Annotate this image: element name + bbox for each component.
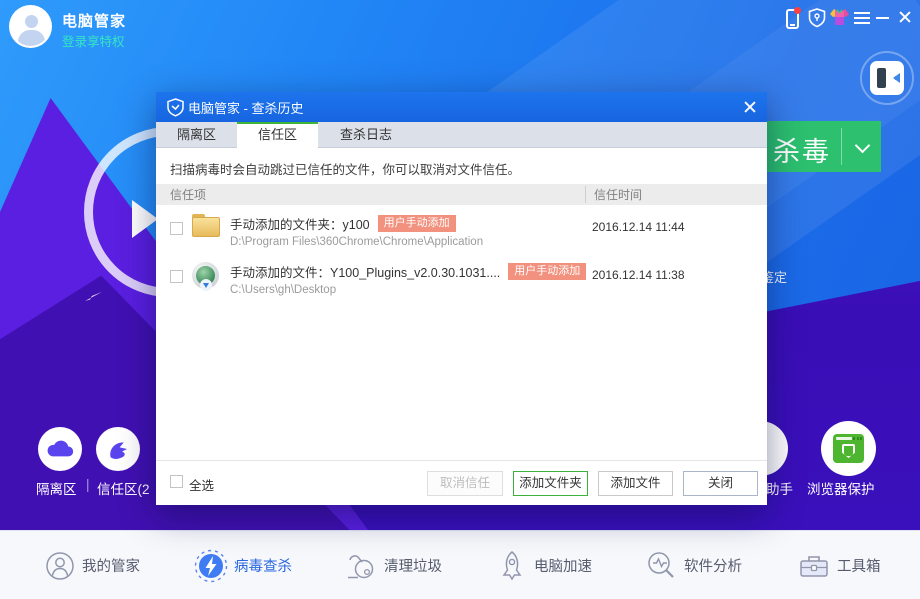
rocket-icon bbox=[496, 549, 528, 583]
button-divider bbox=[841, 128, 842, 165]
label-divider: | bbox=[86, 477, 90, 492]
select-all-label: 全选 bbox=[189, 475, 214, 494]
table-row[interactable]: 手动添加的文件夹：y100 用户手动添加 D:\Program Files\36… bbox=[156, 212, 767, 262]
scan-button-label: 杀毒 bbox=[773, 130, 831, 169]
app-window: 电脑管家 登录享特权 杀毒 鉴定 bbox=[0, 0, 920, 599]
dialog-titlebar[interactable]: 电脑管家 - 查杀历史 bbox=[156, 92, 767, 122]
nav-software-analysis[interactable]: 软件分析 bbox=[644, 531, 742, 599]
shield-icon[interactable] bbox=[808, 8, 826, 33]
add-file-button[interactable]: 添加文件 bbox=[598, 471, 673, 496]
magnifier-pulse-icon bbox=[644, 549, 678, 583]
menu-icon[interactable] bbox=[854, 12, 870, 24]
nav-label: 病毒查杀 bbox=[234, 555, 292, 576]
vacuum-icon bbox=[344, 550, 378, 582]
login-link[interactable]: 登录享特权 bbox=[62, 31, 125, 50]
cancel-trust-button[interactable]: 取消信任 bbox=[427, 471, 503, 496]
chevron-down-icon[interactable] bbox=[855, 138, 871, 154]
nav-my-manager[interactable]: 我的管家 bbox=[44, 531, 140, 599]
minimize-icon[interactable] bbox=[876, 17, 889, 19]
dialog-footer: 全选 取消信任 添加文件夹 添加文件 关闭 bbox=[156, 460, 767, 505]
nav-speed-up[interactable]: 电脑加速 bbox=[496, 531, 592, 599]
row-time: 2016.12.14 11:44 bbox=[592, 220, 685, 234]
dialog-shield-icon bbox=[166, 98, 185, 117]
assistant-partial-label: 助手 bbox=[766, 478, 793, 498]
table-header: 信任项 信任时间 bbox=[156, 184, 767, 205]
dialog-title: 电脑管家 - 查杀历史 bbox=[188, 98, 304, 117]
browser-protect-label: 浏览器保护 bbox=[807, 478, 875, 498]
nav-label: 电脑加速 bbox=[534, 555, 592, 576]
bottom-navbar: 我的管家 病毒查杀 清理垃圾 电脑加速 bbox=[0, 530, 920, 599]
door-shape bbox=[877, 68, 886, 88]
row-badge: 用户手动添加 bbox=[378, 215, 456, 233]
tab-scan-log[interactable]: 查杀日志 bbox=[318, 122, 414, 148]
folder-icon bbox=[192, 214, 220, 238]
close-icon[interactable] bbox=[898, 10, 912, 24]
tab-quarantine[interactable]: 隔离区 bbox=[156, 122, 237, 148]
tab-trust[interactable]: 信任区 bbox=[237, 122, 318, 148]
avatar[interactable] bbox=[9, 5, 52, 48]
column-trust-time: 信任时间 bbox=[585, 186, 642, 203]
nav-virus-scan[interactable]: 病毒查杀 bbox=[194, 531, 292, 599]
quarantine-zone-button[interactable] bbox=[38, 427, 82, 471]
trust-zone-button[interactable] bbox=[96, 427, 140, 471]
notification-dot bbox=[794, 7, 801, 14]
lightning-icon bbox=[194, 549, 228, 583]
dialog-close-icon[interactable] bbox=[743, 100, 757, 114]
table-row[interactable]: 手动添加的文件：Y100_Plugins_v2.0.30.1031.... 用户… bbox=[156, 260, 767, 310]
select-all-checkbox[interactable] bbox=[170, 475, 183, 488]
row-checkbox[interactable] bbox=[170, 270, 183, 283]
app-title: 电脑管家 bbox=[62, 10, 126, 31]
nav-label: 工具箱 bbox=[837, 555, 881, 576]
avatar-head bbox=[25, 15, 38, 28]
toolbox-icon bbox=[797, 550, 831, 582]
add-folder-button[interactable]: 添加文件夹 bbox=[513, 471, 588, 496]
row-path: D:\Program Files\360Chrome\Chrome\Applic… bbox=[230, 236, 483, 248]
browser-protect-button[interactable] bbox=[821, 421, 876, 476]
nav-label: 清理垃圾 bbox=[384, 555, 442, 576]
scan-history-dialog: 电脑管家 - 查杀历史 隔离区 信任区 查杀日志 扫描病毒时会自动跳过已信任的文… bbox=[156, 92, 767, 505]
arrow-stem-shape bbox=[895, 76, 900, 80]
trust-description: 扫描病毒时会自动跳过已信任的文件，你可以取消对文件信任。 bbox=[170, 159, 520, 178]
nav-clean-junk[interactable]: 清理垃圾 bbox=[344, 531, 442, 599]
row-title: 手动添加的文件夹：y100 bbox=[230, 214, 370, 233]
browser-shield-icon bbox=[833, 434, 864, 463]
eagle-icon bbox=[104, 435, 132, 463]
quarantine-label[interactable]: 隔离区 bbox=[36, 478, 77, 498]
row-checkbox[interactable] bbox=[170, 222, 183, 235]
row-badge: 用户手动添加 bbox=[508, 263, 586, 281]
row-title: 手动添加的文件：Y100_Plugins_v2.0.30.1031.... bbox=[230, 262, 500, 281]
cloud-icon bbox=[46, 438, 74, 460]
row-path: C:\Users\gh\Desktop bbox=[230, 284, 336, 296]
close-button[interactable]: 关闭 bbox=[683, 471, 758, 496]
nav-toolbox[interactable]: 工具箱 bbox=[797, 531, 881, 599]
column-trust-item: 信任项 bbox=[156, 186, 585, 203]
phone-icon[interactable] bbox=[786, 9, 799, 29]
avatar-body bbox=[18, 30, 45, 48]
person-icon bbox=[44, 550, 76, 582]
nav-label: 软件分析 bbox=[684, 555, 742, 576]
installer-file-icon bbox=[192, 262, 219, 289]
nav-label: 我的管家 bbox=[82, 555, 140, 576]
collapse-panel-icon[interactable] bbox=[870, 61, 904, 95]
trust-label[interactable]: 信任区(2 bbox=[97, 478, 150, 498]
row-time: 2016.12.14 11:38 bbox=[592, 268, 685, 282]
gift-shirt-icon[interactable] bbox=[830, 8, 849, 31]
dialog-tabbar: 隔离区 信任区 查杀日志 bbox=[156, 122, 767, 148]
